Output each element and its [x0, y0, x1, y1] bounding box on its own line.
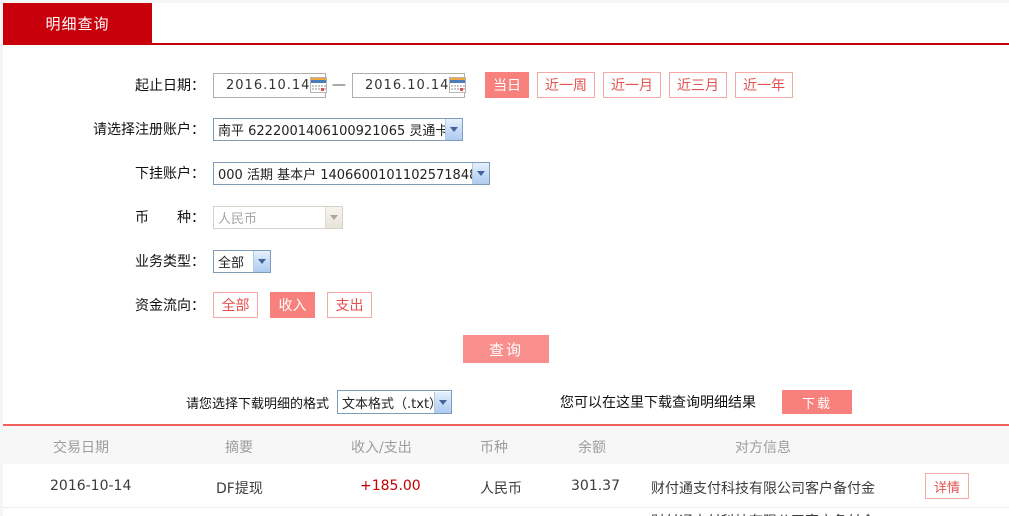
tab-bar: 明细查询	[3, 3, 1009, 43]
download-format-select[interactable]: 文本格式（.txt）	[337, 390, 453, 414]
quick-range-month-button[interactable]: 近一月	[603, 72, 661, 98]
cell-currency: 人民币	[480, 481, 522, 497]
download-row: 请您选择下载明细的格式 文本格式（.txt） 您可以在这里下载查询明细结果 下载	[3, 390, 1009, 414]
detail-query-page: 明细查询 起止日期： 2016.10.14 — 2016.10.14 当日 近一…	[0, 0, 1009, 516]
header-currency: 币种	[480, 440, 508, 456]
table-row: 2016-10-14 DF提现 +185.00 人民币 301.37 财付通支付…	[3, 464, 1009, 508]
end-date-input[interactable]: 2016.10.14	[352, 72, 467, 98]
cell-balance: 301.37	[571, 478, 620, 494]
header-balance: 余额	[578, 440, 606, 456]
calendar-icon[interactable]	[449, 77, 467, 93]
start-date-input[interactable]: 2016.10.14	[213, 72, 328, 98]
fund-flow-income-button[interactable]: 收入	[270, 292, 315, 318]
calendar-icon[interactable]	[310, 77, 328, 93]
results-table: 交易日期 摘要 收入/支出 币种 余额 对方信息 2016-10-14 DF提现…	[3, 426, 1009, 516]
date-range-row: 起止日期： 2016.10.14 — 2016.10.14 当日 近一周 近一月…	[3, 63, 1009, 107]
date-separator: —	[332, 77, 346, 93]
business-type-value: 全部	[218, 255, 245, 271]
chevron-down-icon[interactable]	[472, 162, 489, 184]
fund-flow-label: 资金流向：	[135, 298, 205, 314]
business-type-select[interactable]: 全部	[213, 249, 271, 273]
cell-counterparty: 财付通支付科技有限公司客户备付金	[651, 511, 875, 516]
fund-flow-expense-button[interactable]: 支出	[327, 292, 372, 318]
query-button[interactable]: 查询	[463, 335, 549, 363]
cell-amount: +185.00	[360, 478, 421, 494]
query-button-row: 查询	[3, 335, 1009, 363]
chevron-down-icon	[325, 206, 342, 228]
quick-range-quarter-button[interactable]: 近三月	[669, 72, 727, 98]
quick-range-year-button[interactable]: 近一年	[735, 72, 793, 98]
chevron-down-icon[interactable]	[445, 118, 462, 140]
tab-detail-query[interactable]: 明细查询	[3, 3, 152, 43]
cell-counterparty: 财付通支付科技有限公司客户备付金	[651, 481, 875, 497]
chevron-down-icon[interactable]	[253, 250, 270, 272]
registered-account-value: 南平 6222001406100921065 灵通卡	[218, 123, 445, 139]
cell-summary: DF提现	[216, 481, 263, 497]
sub-account-value: 000 活期 基本户 1406600101102571848	[218, 167, 472, 183]
download-hint: 您可以在这里下载查询明细结果	[560, 395, 757, 411]
cell-date: 2016-10-14	[50, 478, 132, 494]
start-date-value: 2016.10.14	[226, 77, 311, 93]
download-format-value: 文本格式（.txt）	[342, 396, 435, 412]
table-row-partial: 财付通支付科技有限公司客户备付金	[3, 508, 1009, 516]
sub-account-label: 下挂账户：	[135, 166, 205, 182]
chevron-down-icon[interactable]	[434, 391, 452, 413]
detail-button[interactable]: 详情	[925, 473, 969, 499]
currency-value: 人民币	[218, 211, 258, 227]
download-format-label: 请您选择下载明细的格式	[186, 396, 330, 412]
header-amount: 收入/支出	[351, 440, 412, 456]
header-date: 交易日期	[53, 440, 109, 456]
currency-label: 币 种：	[135, 210, 205, 226]
quick-range-today-button[interactable]: 当日	[485, 72, 529, 98]
quick-range-week-button[interactable]: 近一周	[537, 72, 595, 98]
business-type-label: 业务类型：	[135, 254, 205, 270]
fund-flow-all-button[interactable]: 全部	[213, 292, 258, 318]
header-counterparty: 对方信息	[735, 440, 791, 456]
currency-row: 币 种： 人民币	[3, 195, 1009, 239]
end-date-value: 2016.10.14	[365, 77, 450, 93]
currency-select: 人民币	[213, 205, 343, 229]
date-range-label: 起止日期：	[135, 78, 205, 94]
header-summary: 摘要	[225, 440, 253, 456]
fund-flow-row: 资金流向： 全部 收入 支出	[3, 283, 1009, 327]
download-button[interactable]: 下载	[782, 390, 853, 414]
registered-account-row: 请选择注册账户： 南平 6222001406100921065 灵通卡	[3, 107, 1009, 151]
registered-account-label: 请选择注册账户：	[93, 122, 205, 138]
sub-account-select[interactable]: 000 活期 基本户 1406600101102571848	[213, 161, 490, 185]
sub-account-row: 下挂账户： 000 活期 基本户 1406600101102571848	[3, 151, 1009, 195]
table-header-row: 交易日期 摘要 收入/支出 币种 余额 对方信息	[3, 426, 1009, 464]
registered-account-select[interactable]: 南平 6222001406100921065 灵通卡	[213, 117, 463, 141]
business-type-row: 业务类型： 全部	[3, 239, 1009, 283]
query-form: 起止日期： 2016.10.14 — 2016.10.14 当日 近一周 近一月…	[3, 45, 1009, 363]
